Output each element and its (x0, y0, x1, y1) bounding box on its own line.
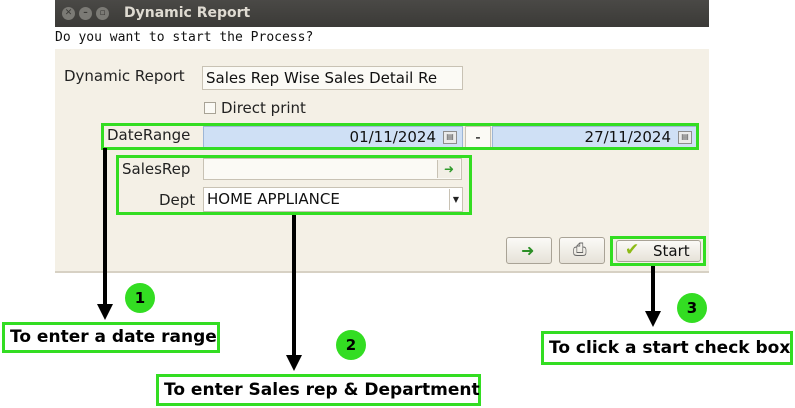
arrow-2-line (292, 215, 296, 357)
report-field[interactable]: Sales Rep Wise Sales Detail Re (202, 66, 463, 90)
arrow-3-line (651, 266, 655, 313)
step-1-badge: 1 (125, 283, 155, 313)
step-2-badge: 2 (336, 330, 366, 360)
step-1-callout: To enter a date range (2, 322, 220, 353)
arrow-3-head (645, 311, 661, 327)
report-label: Dynamic Report (64, 67, 185, 85)
next-button[interactable]: ➜ (506, 237, 552, 264)
process-question: Do you want to start the Process? (55, 30, 314, 45)
maximize-icon[interactable]: ▫ (96, 7, 109, 20)
arrow-2-head (286, 355, 302, 371)
direct-print-checkbox[interactable] (204, 102, 216, 114)
green-arrow-icon: ➜ (521, 241, 535, 260)
salesrep-dept-highlight (116, 155, 472, 215)
minimize-icon[interactable]: – (79, 7, 92, 20)
step-3-callout: To click a start check box (541, 331, 793, 365)
window-title: Dynamic Report (124, 5, 251, 21)
arrow-1-line (103, 148, 107, 306)
direct-print-label: Direct print (221, 99, 306, 117)
step-3-badge: 3 (677, 293, 707, 323)
print-button[interactable]: ⎙ (559, 237, 605, 264)
arrow-1-head (97, 304, 113, 320)
printer-icon: ⎙ (573, 240, 587, 260)
date-range-highlight (101, 123, 699, 150)
step-2-callout: To enter Sales rep & Department (156, 374, 481, 406)
start-highlight (610, 236, 706, 266)
close-icon[interactable]: ✕ (62, 7, 75, 20)
